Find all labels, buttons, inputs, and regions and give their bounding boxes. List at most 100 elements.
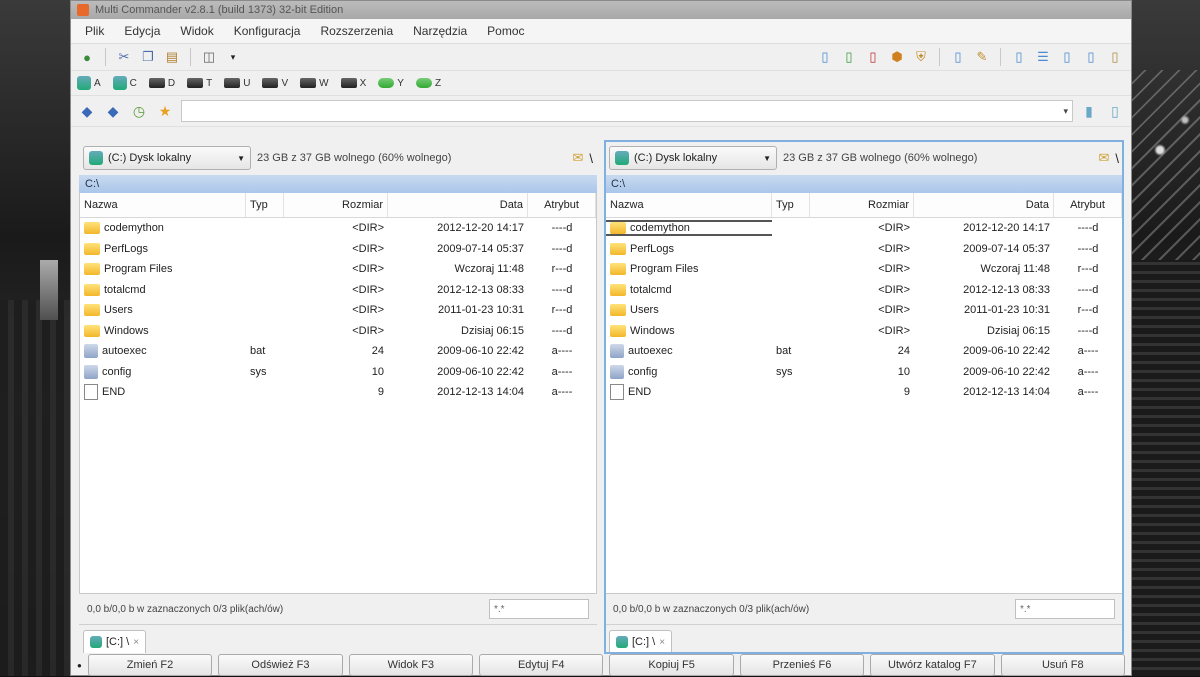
column-size[interactable]: Rozmiar — [810, 193, 914, 217]
column-date[interactable]: Data — [388, 193, 528, 217]
command-button-3[interactable]: Widok F3 — [348, 654, 474, 676]
history-icon[interactable]: ◷ — [129, 101, 149, 121]
left-drive-select[interactable]: (C:) Dysk lokalny ▼ — [83, 146, 251, 170]
table-row[interactable]: Program Files <DIR> Wczoraj 11:48 r---d — [80, 259, 596, 280]
left-tab-label: [C:] \ — [106, 636, 130, 648]
add-file-icon[interactable]: ▯ — [839, 47, 859, 67]
right-filter-input[interactable]: *.* — [1015, 599, 1115, 619]
root-icon[interactable]: \ — [589, 151, 593, 166]
drive-button-y[interactable]: Y — [378, 78, 404, 89]
left-filter-input[interactable]: *.* — [489, 599, 589, 619]
column-attr[interactable]: Atrybut — [528, 193, 596, 217]
column-name[interactable]: Nazwa — [606, 193, 772, 217]
drive-button-w[interactable]: W — [300, 78, 329, 89]
command-button-5[interactable]: Kopiuj F5 — [609, 654, 734, 676]
list-icon[interactable]: ☰ — [1033, 47, 1053, 67]
paste-icon[interactable]: ▤ — [162, 47, 182, 67]
drive-button-a[interactable]: A — [77, 76, 101, 90]
table-row[interactable]: Program Files <DIR> Wczoraj 11:48 r---d — [606, 259, 1122, 280]
right-tab-c[interactable]: [C:] \ × — [609, 630, 673, 653]
left-path-bar[interactable]: C:\ — [79, 175, 597, 193]
edit-document-icon[interactable]: ✎ — [972, 47, 992, 67]
table-row[interactable]: Users <DIR> 2011-01-23 10:31 r---d — [80, 300, 596, 321]
table-row[interactable]: PerfLogs <DIR> 2009-07-14 05:37 ----d — [606, 239, 1122, 260]
copy-icon[interactable]: ❐ — [138, 47, 158, 67]
favorites-folder-icon[interactable]: ✉ — [572, 150, 583, 166]
right-drive-select[interactable]: (C:) Dysk lokalny ▼ — [609, 146, 777, 170]
column-size[interactable]: Rozmiar — [284, 193, 388, 217]
table-row[interactable]: config sys 10 2009-06-10 22:42 a---- — [80, 362, 596, 383]
command-button-7[interactable]: Utwórz katalog F7 — [870, 654, 995, 676]
command-button-8[interactable]: Usuń F8 — [1000, 654, 1125, 676]
new-file-icon[interactable]: ▯ — [815, 47, 835, 67]
column-date[interactable]: Data — [914, 193, 1054, 217]
menu-edit[interactable]: Edycja — [114, 24, 170, 38]
drive-button-v[interactable]: V — [262, 78, 288, 89]
command-icon[interactable]: ▮ — [1079, 101, 1099, 121]
drive-icon — [90, 636, 102, 648]
command-button-6[interactable]: Przenieś F6 — [739, 654, 865, 676]
chevron-down-icon[interactable]: ▾ — [223, 47, 243, 67]
row-ext: bat — [776, 345, 792, 358]
table-row[interactable]: END 9 2012-12-13 14:04 a---- — [606, 382, 1122, 403]
menu-view[interactable]: Widok — [170, 24, 223, 38]
table-row[interactable]: codemython <DIR> 2012-12-20 14:17 ----d — [606, 218, 1122, 239]
toolbar-separator — [105, 48, 106, 66]
column-ext[interactable]: Typ — [246, 193, 284, 217]
split-view-icon[interactable]: ◫ — [199, 47, 219, 67]
settings-icon[interactable]: ⬢ — [887, 47, 907, 67]
command-button-2[interactable]: Odśwież F3 — [218, 654, 343, 676]
sync-icon[interactable]: ▯ — [1081, 47, 1101, 67]
menu-file[interactable]: Plik — [75, 24, 114, 38]
row-date: 2009-06-10 22:42 — [963, 345, 1050, 358]
globe-icon[interactable]: ● — [77, 47, 97, 67]
drive-button-u[interactable]: U — [224, 78, 250, 89]
left-tab-c[interactable]: [C:] \ × — [83, 630, 147, 653]
table-row[interactable]: Users <DIR> 2011-01-23 10:31 r---d — [606, 300, 1122, 321]
right-path-bar[interactable]: C:\ — [605, 175, 1123, 193]
command-button-1[interactable]: Zmień F2 — [87, 654, 213, 676]
table-row[interactable]: Windows <DIR> Dzisiaj 06:15 ----d — [606, 321, 1122, 342]
menu-help[interactable]: Pomoc — [477, 24, 534, 38]
table-row[interactable]: Windows <DIR> Dzisiaj 06:15 ----d — [80, 321, 596, 342]
table-row[interactable]: PerfLogs <DIR> 2009-07-14 05:37 ----d — [80, 239, 596, 260]
path-input[interactable]: ▾ — [181, 100, 1073, 122]
shield-icon[interactable]: ⛨ — [911, 47, 931, 67]
right-file-list: Nazwa Typ Rozmiar Data Atrybut codemytho… — [605, 193, 1123, 594]
row-date: 2009-06-10 22:42 — [437, 365, 524, 378]
table-row[interactable]: codemython <DIR> 2012-12-20 14:17 ----d — [80, 218, 596, 239]
run-icon[interactable]: ▯ — [1105, 101, 1125, 121]
cut-icon[interactable]: ✂ — [114, 47, 134, 67]
view-icon[interactable]: ▯ — [1009, 47, 1029, 67]
table-row[interactable]: END 9 2012-12-13 14:04 a---- — [80, 382, 596, 403]
close-icon[interactable]: × — [659, 637, 665, 648]
row-date: Dzisiaj 06:15 — [461, 324, 524, 337]
root-icon[interactable]: \ — [1115, 151, 1119, 166]
table-row[interactable]: totalcmd <DIR> 2012-12-13 08:33 ----d — [606, 280, 1122, 301]
drive-button-d[interactable]: D — [148, 78, 175, 89]
menu-extensions[interactable]: Rozszerzenia — [310, 24, 403, 38]
favorites-icon[interactable]: ★ — [155, 101, 175, 121]
table-row[interactable]: totalcmd <DIR> 2012-12-13 08:33 ----d — [80, 280, 596, 301]
archive-icon[interactable]: ▯ — [1105, 47, 1125, 67]
close-icon[interactable]: × — [133, 637, 139, 648]
back-icon[interactable]: ◆ — [77, 101, 97, 121]
table-row[interactable]: autoexec bat 24 2009-06-10 22:42 a---- — [80, 341, 596, 362]
delete-file-icon[interactable]: ▯ — [863, 47, 883, 67]
drive-button-x[interactable]: X — [340, 78, 366, 89]
compare-icon[interactable]: ▯ — [1057, 47, 1077, 67]
drive-button-t[interactable]: T — [187, 78, 212, 89]
column-name[interactable]: Nazwa — [80, 193, 246, 217]
menu-tools[interactable]: Narzędzia — [403, 24, 477, 38]
table-row[interactable]: config sys 10 2009-06-10 22:42 a---- — [606, 362, 1122, 383]
column-ext[interactable]: Typ — [772, 193, 810, 217]
menu-config[interactable]: Konfiguracja — [224, 24, 311, 38]
document-icon[interactable]: ▯ — [948, 47, 968, 67]
drive-button-z[interactable]: Z — [415, 78, 441, 89]
favorites-folder-icon[interactable]: ✉ — [1098, 150, 1109, 166]
drive-button-c[interactable]: C — [112, 76, 137, 90]
command-button-4[interactable]: Edytuj F4 — [479, 654, 604, 676]
column-attr[interactable]: Atrybut — [1054, 193, 1122, 217]
forward-icon[interactable]: ◆ — [103, 101, 123, 121]
table-row[interactable]: autoexec bat 24 2009-06-10 22:42 a---- — [606, 341, 1122, 362]
